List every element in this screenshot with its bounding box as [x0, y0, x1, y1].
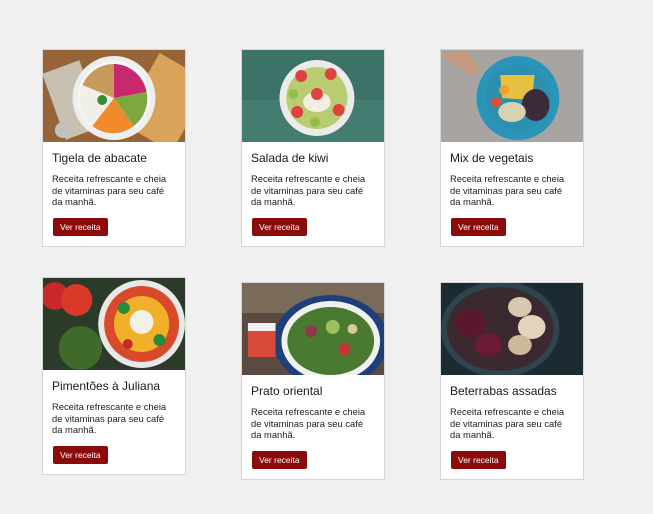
card-title: Salada de kiwi	[251, 151, 329, 165]
recipe-card: Pimentões à Juliana Receita refrescante …	[42, 277, 186, 475]
vegetable-mix-image	[441, 50, 583, 142]
acai-bowl-image	[43, 50, 185, 142]
roasted-beets-image	[441, 283, 583, 375]
recipe-card: Tigela de abacate Receita refrescante e …	[42, 49, 186, 247]
view-recipe-button[interactable]: Ver receita	[53, 445, 108, 464]
card-description: Receita refrescante e cheia de vitaminas…	[450, 406, 565, 440]
peppers-salad-image	[43, 278, 185, 370]
card-title: Beterrabas assadas	[450, 384, 557, 398]
recipe-card: Mix de vegetais Receita refrescante e ch…	[440, 49, 584, 247]
view-recipe-button[interactable]: Ver receita	[252, 450, 307, 469]
card-description: Receita refrescante e cheia de vitaminas…	[52, 173, 167, 207]
card-title: Mix de vegetais	[450, 151, 534, 165]
card-description: Receita refrescante e cheia de vitaminas…	[251, 173, 366, 207]
view-recipe-button[interactable]: Ver receita	[451, 217, 506, 236]
card-description: Receita refrescante e cheia de vitaminas…	[52, 401, 167, 435]
kiwi-bowl-image	[242, 50, 384, 142]
card-title: Tigela de abacate	[52, 151, 147, 165]
oriental-plate-image	[242, 283, 384, 375]
card-title: Pimentões à Juliana	[52, 379, 161, 393]
recipe-card: Prato oriental Receita refrescante e che…	[241, 282, 385, 480]
card-description: Receita refrescante e cheia de vitaminas…	[450, 173, 565, 207]
recipe-card: Beterrabas assadas Receita refrescante e…	[440, 282, 584, 480]
card-description: Receita refrescante e cheia de vitaminas…	[251, 406, 366, 440]
view-recipe-button[interactable]: Ver receita	[252, 217, 307, 236]
view-recipe-button[interactable]: Ver receita	[451, 450, 506, 469]
view-recipe-button[interactable]: Ver receita	[53, 217, 108, 236]
card-title: Prato oriental	[251, 384, 323, 398]
recipe-card: Salada de kiwi Receita refrescante e che…	[241, 49, 385, 247]
